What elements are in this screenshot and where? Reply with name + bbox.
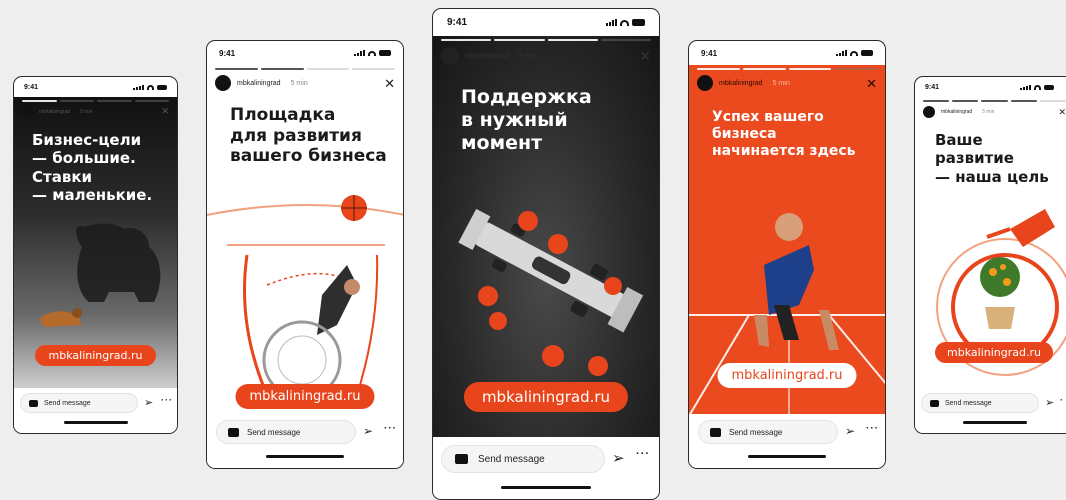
message-bar: Send message ➢ ··· [433,437,659,499]
wifi-icon [620,19,629,26]
send-message-placeholder: Send message [247,427,301,437]
camera-icon[interactable] [29,399,38,407]
send-message-placeholder: Send message [729,427,783,437]
more-icon[interactable]: · [1060,395,1064,405]
f1-pitstop-illustration [458,208,644,376]
more-icon[interactable]: ··· [636,448,650,460]
story-phone-2: 9:41 mbkaliningrad 5 min ✕ Площадка для … [206,40,404,469]
status-icons [836,50,873,56]
message-bar: Send message ➢ ··· [207,414,403,468]
status-time: 9:41 [925,83,940,91]
status-bar: 9:41 [14,77,177,97]
story-phone-5: 9:41 mbkaliningrad 5 min ✕ Ваше развитие… [914,76,1066,434]
story-content[interactable]: mbkaliningrad 5 min ✕ Успех вашего бизне… [689,65,885,416]
status-time: 9:41 [219,48,236,58]
status-icons [133,84,167,90]
battery-icon [632,19,645,26]
cta-button[interactable]: mbkaliningrad.ru [935,342,1053,363]
signal-icon [354,50,365,56]
status-icons [1020,84,1054,90]
send-icon[interactable]: ➢ [612,449,625,467]
basketball-illustration [207,195,403,400]
wifi-icon [147,84,154,90]
message-bar: Send message ➢ ··· [689,414,885,468]
home-indicator [501,486,591,489]
story-content[interactable]: mbkaliningrad 5 min ✕ Площадка для разви… [207,65,403,416]
story-content[interactable]: mbkaliningrad 5 min ✕ Ваше развитие — на… [915,97,1066,389]
status-icons [606,19,645,26]
send-message-field[interactable]: Send message [441,445,605,473]
battery-icon [157,84,167,90]
signal-icon [606,19,617,26]
more-icon[interactable]: ··· [161,395,173,405]
signal-icon [836,50,847,56]
wifi-icon [1034,84,1041,90]
send-message-field[interactable]: Send message [921,393,1039,413]
status-icons [354,50,391,56]
send-icon[interactable]: ➢ [363,424,373,438]
send-icon[interactable]: ➢ [845,424,855,438]
story-phone-1: 9:41 mbkaliningrad 5 min ✕ Бизнес-цели —… [13,76,178,434]
cta-button[interactable]: mbkaliningrad.ru [463,382,629,412]
wifi-icon [850,50,858,56]
more-icon[interactable]: ··· [384,423,397,434]
camera-icon[interactable] [228,427,239,437]
status-time: 9:41 [24,83,39,91]
send-message-placeholder: Send message [478,453,545,465]
send-icon[interactable]: ➢ [1045,396,1054,409]
cta-button[interactable]: mbkaliningrad.ru [235,384,375,409]
status-time: 9:41 [701,48,718,58]
story-phone-4: 9:41 mbkaliningrad 5 min ✕ Успех вашего … [688,40,886,469]
home-indicator [266,455,344,458]
send-message-placeholder: Send message [44,399,91,407]
battery-icon [379,50,391,56]
send-message-field[interactable]: Send message [20,393,138,413]
signal-icon [1020,84,1031,90]
status-time: 9:41 [447,17,468,28]
battery-icon [861,50,873,56]
status-bar: 9:41 [433,9,659,36]
message-bar: Send message ➢ ··· [14,388,177,433]
status-bar: 9:41 [207,41,403,65]
camera-icon[interactable] [455,454,468,464]
home-indicator [63,421,128,424]
camera-icon[interactable] [710,427,721,437]
home-indicator [748,455,826,458]
send-icon[interactable]: ➢ [144,396,153,409]
send-message-field[interactable]: Send message [698,420,838,444]
send-message-field[interactable]: Send message [216,420,356,444]
camera-icon[interactable] [930,399,939,407]
cta-button[interactable]: mbkaliningrad.ru [34,345,157,366]
message-bar: Send message ➢ · [915,388,1066,433]
home-indicator [963,421,1027,424]
story-content[interactable]: mbkaliningrad 5 min ✕ Поддержка в нужный… [433,36,659,439]
story-content[interactable]: mbkaliningrad 5 min ✕ Бизнес-цели — боль… [14,97,177,389]
send-message-placeholder: Send message [945,399,992,407]
status-bar: 9:41 [915,77,1066,97]
battery-icon [1044,84,1054,90]
status-bar: 9:41 [689,41,885,65]
cta-button[interactable]: mbkaliningrad.ru [717,363,857,388]
wifi-icon [368,50,376,56]
more-icon[interactable]: ··· [866,423,879,434]
signal-icon [133,84,144,90]
story-phone-3: 9:41 mbkaliningrad 5 min ✕ Поддержка в н… [432,8,660,500]
